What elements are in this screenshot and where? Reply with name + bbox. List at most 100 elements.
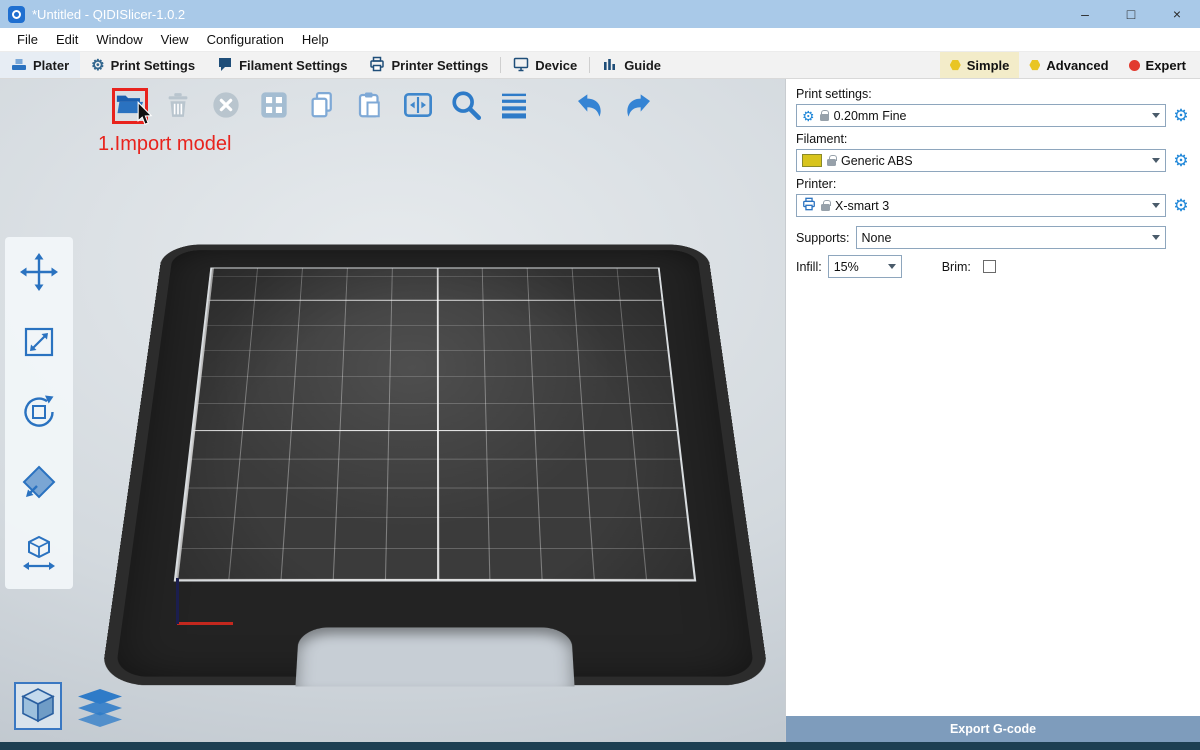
- chevron-down-icon: [1152, 113, 1160, 118]
- viewport-3d[interactable]: 1.Import model: [0, 79, 785, 742]
- search-button[interactable]: [448, 88, 484, 124]
- printer-select[interactable]: X-smart 3: [796, 194, 1166, 217]
- expert-circle-icon: [1129, 60, 1140, 71]
- print-bed: [105, 79, 765, 742]
- trash-icon: [163, 90, 193, 123]
- brim-label: Brim:: [942, 260, 971, 274]
- menu-configuration[interactable]: Configuration: [198, 28, 293, 51]
- chevron-down-icon: [888, 264, 896, 269]
- measure-tool-button[interactable]: [11, 525, 67, 581]
- layer-lines-icon: [498, 89, 530, 124]
- title-bar: *Untitled - QIDISlicer-1.0.2 – □ ×: [0, 0, 1200, 28]
- print-settings-value: 0.20mm Fine: [834, 109, 907, 123]
- close-button[interactable]: ×: [1154, 0, 1200, 28]
- printer-gear-button[interactable]: ⚙: [1172, 197, 1190, 214]
- move-arrows-icon: [19, 252, 59, 295]
- window-controls: – □ ×: [1062, 0, 1200, 28]
- filament-label: Filament:: [796, 132, 1190, 146]
- tab-label: Filament Settings: [239, 58, 347, 73]
- advanced-hexagon-icon: [1029, 60, 1040, 71]
- printer-icon: [369, 56, 385, 75]
- tab-label: Print Settings: [111, 58, 196, 73]
- tab-plater[interactable]: Plater: [0, 52, 80, 78]
- tab-device[interactable]: Device: [502, 52, 588, 78]
- chevron-down-icon: [1152, 235, 1160, 240]
- printer-small-icon: [802, 197, 816, 214]
- infill-select[interactable]: 15%: [828, 255, 902, 278]
- print-settings-label: Print settings:: [796, 87, 1190, 101]
- tab-printer-settings[interactable]: Printer Settings: [358, 52, 499, 78]
- cube-3d-icon: [21, 687, 55, 726]
- mode-simple[interactable]: Simple: [940, 52, 1020, 78]
- printer-value: X-smart 3: [835, 199, 889, 213]
- profile-gear-icon: ⚙: [802, 109, 815, 123]
- filament-gear-button[interactable]: ⚙: [1172, 152, 1190, 169]
- mode-expert[interactable]: Expert: [1119, 52, 1196, 78]
- menu-bar: File Edit Window View Configuration Help: [0, 28, 1200, 52]
- lock-icon: [827, 159, 836, 166]
- filament-icon: [217, 56, 233, 75]
- tutorial-annotation: 1.Import model: [98, 133, 231, 156]
- print-settings-select[interactable]: ⚙ 0.20mm Fine: [796, 104, 1166, 127]
- print-bed-plate: [100, 245, 769, 686]
- delete-button[interactable]: [160, 88, 196, 124]
- tab-separator: [500, 57, 501, 73]
- minimize-button[interactable]: –: [1062, 0, 1108, 28]
- split-button[interactable]: [400, 88, 436, 124]
- lock-icon: [820, 114, 829, 121]
- infill-value: 15%: [834, 260, 859, 274]
- infill-label: Infill:: [796, 260, 822, 274]
- paste-icon: [355, 89, 385, 124]
- chevron-down-icon: [1152, 203, 1160, 208]
- menu-file[interactable]: File: [8, 28, 47, 51]
- guide-icon: [602, 56, 618, 75]
- mode-switcher: Simple Advanced Expert: [940, 52, 1200, 78]
- tab-separator: [589, 57, 590, 73]
- variable-layer-height-button[interactable]: [496, 88, 532, 124]
- scale-tool-button[interactable]: [11, 315, 67, 371]
- maximize-button[interactable]: □: [1108, 0, 1154, 28]
- tab-print-settings[interactable]: ⚙ Print Settings: [80, 52, 206, 78]
- export-gcode-button[interactable]: Export G-code: [786, 716, 1200, 742]
- supports-label: Supports:: [796, 231, 850, 245]
- gear-icon: ⚙: [91, 58, 104, 73]
- preview-layers-button[interactable]: [78, 689, 122, 730]
- place-on-face-tool-button[interactable]: [11, 455, 67, 511]
- redo-button[interactable]: [620, 88, 656, 124]
- device-icon: [513, 56, 529, 75]
- copy-icon: [307, 89, 337, 124]
- copy-button[interactable]: [304, 88, 340, 124]
- view-switcher: [14, 682, 122, 730]
- mode-label: Expert: [1146, 58, 1186, 73]
- undo-arrow-icon: [572, 89, 608, 124]
- tab-label: Device: [535, 58, 577, 73]
- print-settings-gear-button[interactable]: ⚙: [1172, 107, 1190, 124]
- mode-label: Advanced: [1046, 58, 1108, 73]
- menu-window[interactable]: Window: [87, 28, 151, 51]
- split-window-icon: [401, 89, 435, 124]
- paste-button[interactable]: [352, 88, 388, 124]
- mode-advanced[interactable]: Advanced: [1019, 52, 1118, 78]
- print-bed-handle-notch: [295, 627, 574, 686]
- editor-3d-view-button[interactable]: [14, 682, 62, 730]
- menu-edit[interactable]: Edit: [47, 28, 87, 51]
- measure-cube-icon: [19, 532, 59, 575]
- brim-checkbox[interactable]: [983, 260, 996, 273]
- printer-label: Printer:: [796, 177, 1190, 191]
- tab-label: Guide: [624, 58, 661, 73]
- tab-guide[interactable]: Guide: [591, 52, 672, 78]
- menu-help[interactable]: Help: [293, 28, 338, 51]
- supports-select[interactable]: None: [856, 226, 1166, 249]
- rotate-tool-button[interactable]: [11, 385, 67, 441]
- delete-all-button[interactable]: [208, 88, 244, 124]
- flatten-diamond-icon: [19, 462, 59, 505]
- x-axis-indicator: [177, 622, 233, 625]
- move-tool-button[interactable]: [11, 245, 67, 301]
- tab-filament-settings[interactable]: Filament Settings: [206, 52, 358, 78]
- arrange-button[interactable]: [256, 88, 292, 124]
- plater-toolbar: [112, 88, 656, 124]
- chevron-down-icon: [1152, 158, 1160, 163]
- undo-button[interactable]: [572, 88, 608, 124]
- menu-view[interactable]: View: [152, 28, 198, 51]
- filament-select[interactable]: Generic ABS: [796, 149, 1166, 172]
